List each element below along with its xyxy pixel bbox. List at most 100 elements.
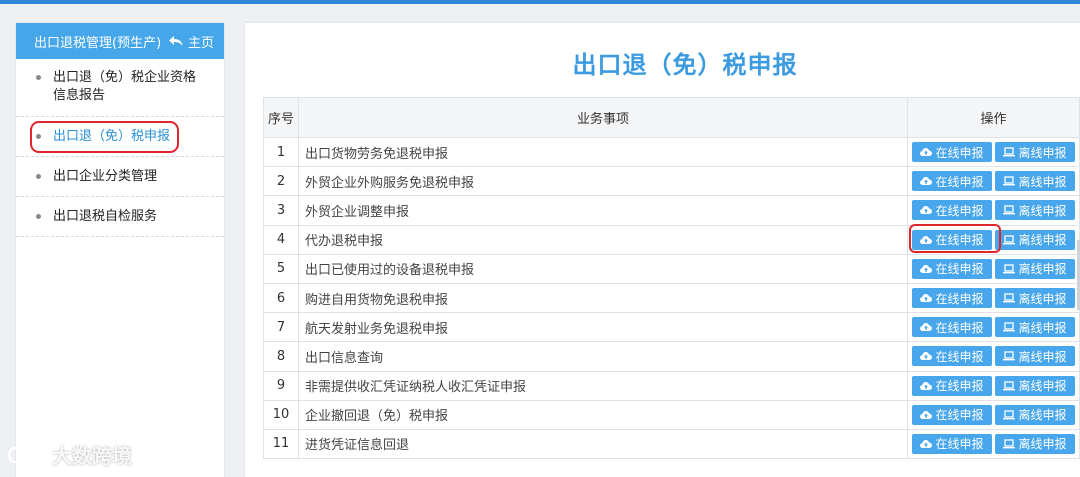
cloud-upload-icon (920, 410, 933, 420)
sidebar-item-label: 出口退（免）税企业资格信息报告 (53, 70, 197, 103)
row-item-name: 出口已使用过的设备退税申报 (298, 253, 908, 284)
row-item-name: 企业撤回退（免）税申报 (298, 399, 908, 430)
offline-declare-button[interactable]: 离线申报 (995, 229, 1075, 250)
online-declare-label: 在线申报 (935, 437, 984, 452)
offline-declare-button[interactable]: 离线申报 (995, 171, 1075, 192)
offline-declare-label: 离线申报 (1018, 145, 1067, 160)
online-declare-button[interactable]: 在线申报 (912, 258, 992, 279)
declaration-table: 序号 业务事项 操作 1 出口货物劳务免退税申报 在线申报 离线申报 2 外贸企业外购服务… (263, 97, 1080, 460)
row-item-name: 出口信息查询 (298, 341, 908, 372)
row-index: 4 (263, 224, 299, 255)
laptop-icon (1003, 439, 1016, 449)
row-index: 11 (263, 428, 299, 460)
table-row: 6 购进自用货物免退税申报 在线申报 离线申报 (263, 282, 1080, 314)
bullet-icon (36, 174, 41, 179)
cloud-upload-icon (920, 235, 933, 245)
top-bar (0, 0, 1080, 4)
online-declare-button[interactable]: 在线申报 (912, 375, 992, 396)
row-ops: 在线申报 离线申报 (907, 223, 1080, 255)
laptop-icon (1003, 176, 1016, 186)
offline-declare-label: 离线申报 (1018, 379, 1067, 394)
row-ops: 在线申报 离线申报 (907, 195, 1080, 226)
offline-declare-button[interactable]: 离线申报 (995, 346, 1075, 367)
online-declare-button[interactable]: 在线申报 (912, 229, 992, 250)
online-declare-label: 在线申报 (935, 320, 984, 335)
sidebar-item-refund-declaration[interactable]: 出口退（免）税申报 (16, 117, 224, 157)
online-declare-button[interactable]: 在线申报 (912, 317, 992, 338)
table-header-row: 序号 业务事项 操作 (263, 97, 1080, 138)
row-index: 10 (263, 399, 299, 430)
table-row: 3 外贸企业调整申报 在线申报 离线申报 (263, 195, 1080, 226)
offline-declare-button[interactable]: 离线申报 (995, 317, 1075, 338)
online-declare-button[interactable]: 在线申报 (912, 142, 992, 163)
laptop-icon (1003, 322, 1016, 332)
row-index: 9 (263, 370, 299, 401)
offline-declare-button[interactable]: 离线申报 (995, 433, 1075, 454)
sidebar-item-classification[interactable]: 出口企业分类管理 (16, 157, 224, 197)
row-ops: 在线申报 离线申报 (907, 399, 1080, 430)
home-link[interactable]: 主页 (168, 32, 214, 51)
bullet-icon (36, 75, 41, 80)
row-item-name: 购进自用货物免退税申报 (298, 282, 908, 314)
online-declare-label: 在线申报 (935, 203, 984, 218)
row-item-name: 航天发射业务免退税申报 (298, 312, 908, 343)
row-index: 2 (263, 166, 299, 197)
laptop-icon (1003, 410, 1016, 420)
row-ops: 在线申报 离线申报 (907, 341, 1080, 372)
table-row: 11 进货凭证信息回退 在线申报 离线申报 (263, 428, 1080, 460)
offline-declare-button[interactable]: 离线申报 (995, 375, 1075, 396)
laptop-icon (1003, 235, 1016, 245)
row-index: 8 (263, 341, 299, 372)
row-index: 3 (263, 195, 299, 226)
online-declare-button[interactable]: 在线申报 (912, 200, 992, 221)
offline-declare-label: 离线申报 (1018, 349, 1067, 364)
cloud-upload-icon (920, 322, 933, 332)
header-ops: 操作 (907, 97, 1080, 138)
row-ops: 在线申报 离线申报 (907, 253, 1080, 284)
table-row: 2 外贸企业外购服务免退税申报 在线申报 离线申报 (263, 166, 1080, 197)
table-row: 8 出口信息查询 在线申报 离线申报 (263, 341, 1080, 372)
online-declare-label: 在线申报 (935, 379, 984, 394)
row-item-name: 外贸企业外购服务免退税申报 (298, 166, 908, 197)
online-declare-button[interactable]: 在线申报 (912, 404, 992, 425)
row-index: 1 (263, 136, 299, 168)
offline-declare-label: 离线申报 (1018, 320, 1067, 335)
cloud-upload-icon (920, 264, 933, 274)
row-item-name: 外贸企业调整申报 (298, 195, 908, 226)
row-item-name: 非需提供收汇凭证纳税人收汇凭证申报 (298, 370, 908, 401)
cloud-upload-icon (920, 351, 933, 361)
offline-declare-button[interactable]: 离线申报 (995, 142, 1075, 163)
offline-declare-label: 离线申报 (1018, 437, 1067, 452)
offline-declare-label: 离线申报 (1018, 233, 1067, 248)
cloud-upload-icon (920, 176, 933, 186)
laptop-icon (1003, 293, 1016, 303)
online-declare-button[interactable]: 在线申报 (912, 346, 992, 367)
row-item-name: 进货凭证信息回退 (298, 428, 908, 460)
row-ops: 在线申报 离线申报 (907, 166, 1080, 197)
offline-declare-label: 离线申报 (1018, 262, 1067, 277)
laptop-icon (1003, 147, 1016, 157)
offline-declare-label: 离线申报 (1018, 408, 1067, 423)
watermark-text: 大数跨境 (52, 444, 132, 468)
row-item-name: 代办退税申报 (298, 224, 908, 255)
row-ops: 在线申报 离线申报 (907, 282, 1080, 314)
online-declare-button[interactable]: 在线申报 (912, 288, 992, 309)
row-ops: 在线申报 离线申报 (907, 136, 1080, 168)
online-declare-label: 在线申报 (935, 145, 984, 160)
online-declare-button[interactable]: 在线申报 (912, 171, 992, 192)
sidebar-item-label: 出口退（免）税申报 (53, 129, 171, 144)
online-declare-label: 在线申报 (935, 349, 984, 364)
offline-declare-button[interactable]: 离线申报 (995, 404, 1075, 425)
sidebar-item-self-check[interactable]: 出口退税自检服务 (16, 197, 224, 237)
row-ops: 在线申报 离线申报 (907, 370, 1080, 401)
offline-declare-button[interactable]: 离线申报 (995, 258, 1075, 279)
online-declare-label: 在线申报 (935, 262, 984, 277)
offline-declare-button[interactable]: 离线申报 (995, 200, 1075, 221)
online-declare-button[interactable]: 在线申报 (912, 433, 992, 454)
cloud-upload-icon (920, 381, 933, 391)
offline-declare-button[interactable]: 离线申报 (995, 288, 1075, 309)
main-panel: 出口退（免）税申报 序号 业务事项 操作 1 出口货物劳务免退税申报 在线申报 离线申… (244, 22, 1080, 477)
sidebar-item-qualification-report[interactable]: 出口退（免）税企业资格信息报告 (16, 59, 224, 117)
sidebar-title: 出口退税管理(预生产) (34, 35, 162, 51)
row-index: 6 (263, 282, 299, 314)
